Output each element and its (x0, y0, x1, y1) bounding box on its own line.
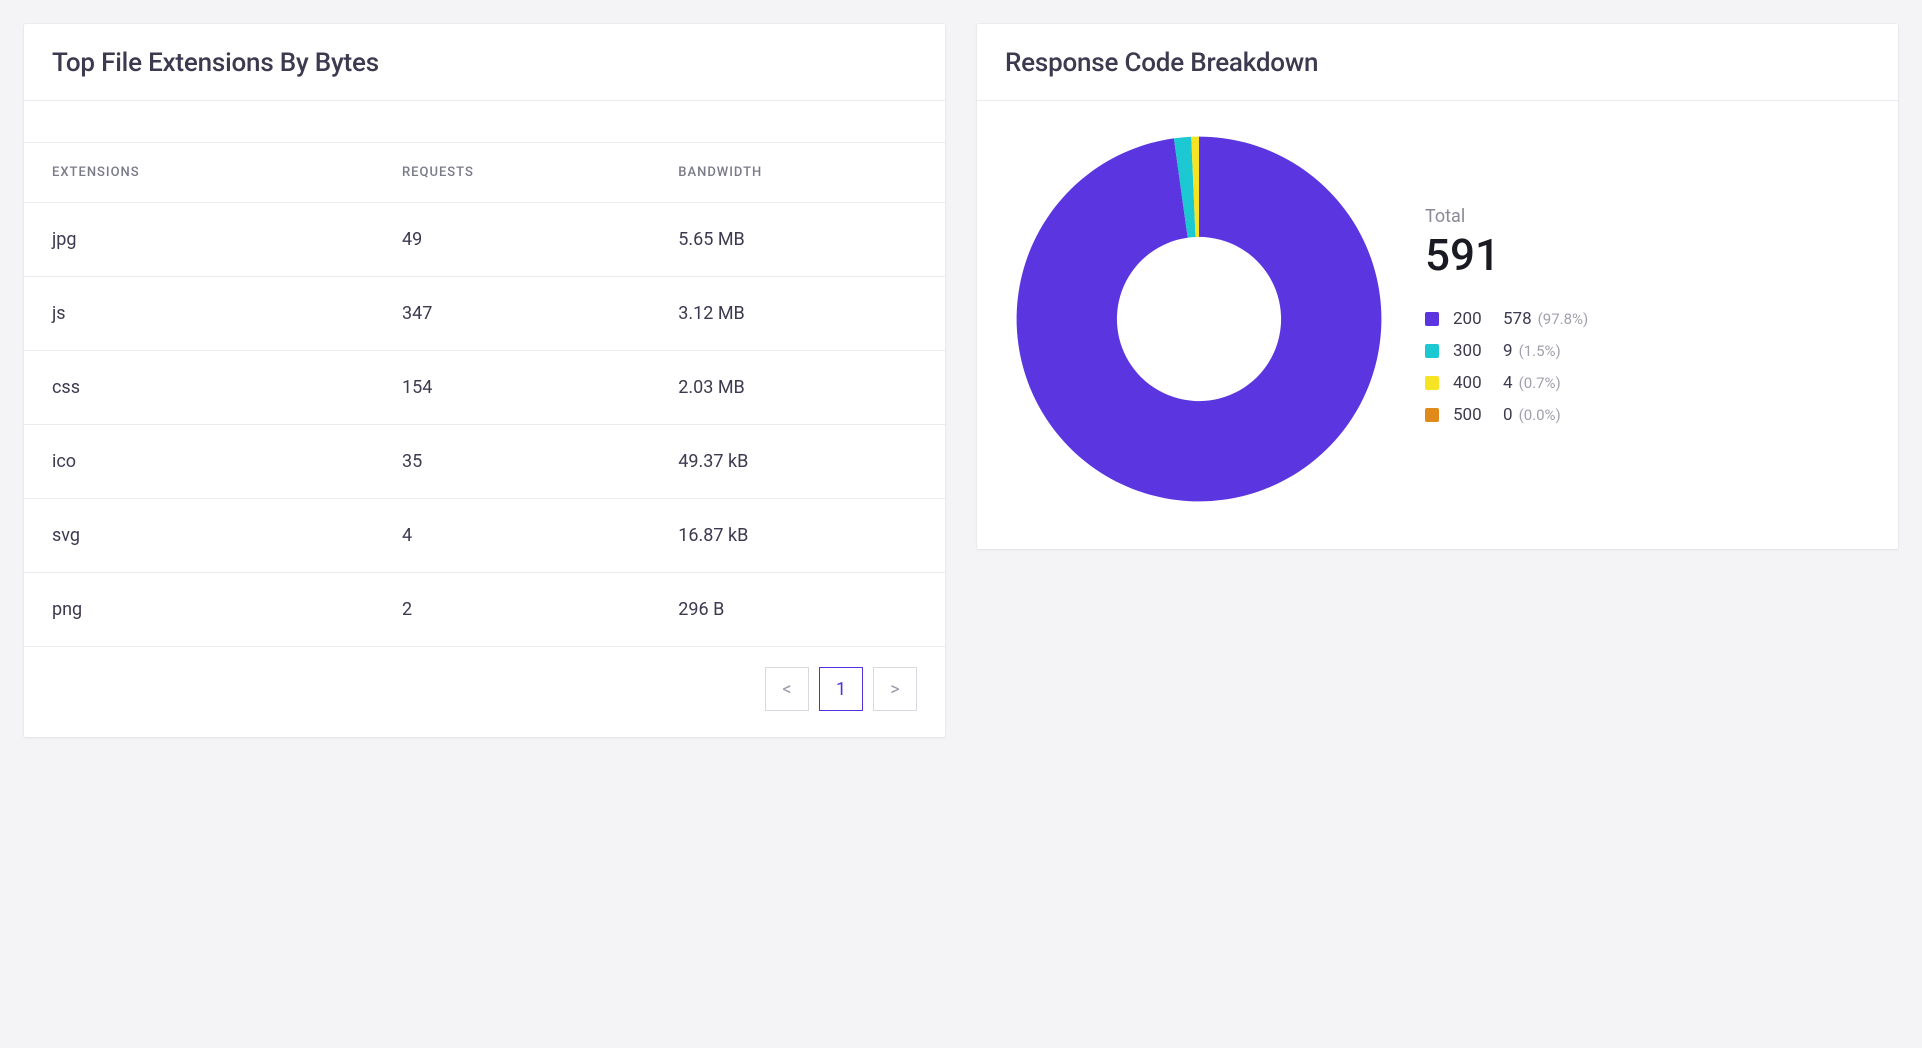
cell-req: 154 (374, 351, 650, 425)
table-row: jpg495.65 MB (24, 203, 945, 277)
legend-row-300: 3009 (1.5%) (1425, 341, 1866, 361)
legend: Total 591 200578 (97.8%) 3009 (1.5%) 4004 (0.… (1425, 206, 1866, 437)
cell-ext: svg (24, 499, 374, 573)
col-requests: REQUESTS (374, 143, 650, 203)
legend-swatch (1425, 376, 1439, 390)
legend-pct: (0.7%) (1519, 374, 1561, 392)
pagination-prev[interactable]: < (765, 667, 809, 711)
cell-ext: css (24, 351, 374, 425)
cell-req: 35 (374, 425, 650, 499)
cell-req: 4 (374, 499, 650, 573)
card-title: Top File Extensions By Bytes (52, 48, 917, 78)
extensions-table: EXTENSIONS REQUESTS BANDWIDTH jpg495.65 … (24, 143, 945, 647)
legend-row-500: 5000 (0.0%) (1425, 405, 1866, 425)
card-title: Response Code Breakdown (1005, 48, 1870, 78)
legend-code: 500 (1453, 405, 1503, 425)
legend-pct: (97.8%) (1538, 310, 1589, 328)
pagination-next[interactable]: > (873, 667, 917, 711)
response-code-breakdown-card: Response Code Breakdown Total 591 200578… (977, 24, 1898, 549)
pagination: < 1 > (24, 647, 945, 737)
col-bandwidth: BANDWIDTH (650, 143, 945, 203)
pagination-page-1[interactable]: 1 (819, 667, 863, 711)
donut-chart (1009, 129, 1389, 513)
cell-ext: png (24, 573, 374, 647)
legend-swatch (1425, 312, 1439, 326)
cell-bw: 2.03 MB (650, 351, 945, 425)
legend-pct: (0.0%) (1519, 406, 1561, 424)
cell-req: 347 (374, 277, 650, 351)
cell-bw: 16.87 kB (650, 499, 945, 573)
legend-row-200: 200578 (97.8%) (1425, 309, 1866, 329)
legend-swatch (1425, 344, 1439, 358)
legend-count: 9 (1503, 341, 1513, 361)
cell-ext: ico (24, 425, 374, 499)
cell-bw: 49.37 kB (650, 425, 945, 499)
card-header: Top File Extensions By Bytes (24, 24, 945, 101)
table-row: js3473.12 MB (24, 277, 945, 351)
table-row: ico3549.37 kB (24, 425, 945, 499)
legend-count: 578 (1503, 309, 1532, 329)
legend-pct: (1.5%) (1519, 342, 1561, 360)
cell-bw: 3.12 MB (650, 277, 945, 351)
legend-count: 0 (1503, 405, 1513, 425)
legend-code: 200 (1453, 309, 1503, 329)
cell-bw: 5.65 MB (650, 203, 945, 277)
top-file-extensions-card: Top File Extensions By Bytes EXTENSIONS … (24, 24, 945, 737)
legend-swatch (1425, 408, 1439, 422)
cell-bw: 296 B (650, 573, 945, 647)
table-row: png2296 B (24, 573, 945, 647)
cell-req: 2 (374, 573, 650, 647)
col-extensions: EXTENSIONS (24, 143, 374, 203)
cell-ext: js (24, 277, 374, 351)
cell-ext: jpg (24, 203, 374, 277)
table-row: svg416.87 kB (24, 499, 945, 573)
spacer-row (24, 101, 945, 143)
total-value: 591 (1425, 229, 1866, 281)
total-label: Total (1425, 206, 1866, 227)
legend-row-400: 4004 (0.7%) (1425, 373, 1866, 393)
legend-code: 400 (1453, 373, 1503, 393)
legend-code: 300 (1453, 341, 1503, 361)
legend-count: 4 (1503, 373, 1513, 393)
table-row: css1542.03 MB (24, 351, 945, 425)
card-header: Response Code Breakdown (977, 24, 1898, 101)
cell-req: 49 (374, 203, 650, 277)
